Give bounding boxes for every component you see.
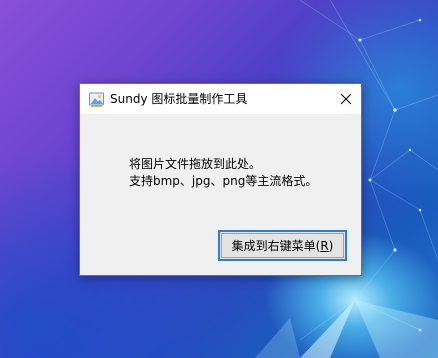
dialog-window: Sundy 图标批量制作工具 将图片文件拖放到此处。 支持bmp、jpg、png…	[79, 83, 362, 276]
close-icon	[340, 93, 352, 105]
window-title: Sundy 图标批量制作工具	[110, 92, 248, 106]
integrate-context-menu-button[interactable]: 集成到右键菜单(R)	[218, 230, 347, 261]
instruction-text: 将图片文件拖放到此处。 支持bmp、jpg、png等主流格式。	[129, 156, 317, 190]
app-icon	[89, 92, 104, 107]
dialog-titlebar[interactable]: Sundy 图标批量制作工具	[80, 84, 361, 114]
button-label-prefix: 集成到右键菜单(	[231, 239, 321, 253]
button-label-suffix: )	[328, 239, 334, 253]
button-label: 集成到右键菜单(R)	[232, 237, 334, 254]
close-button[interactable]	[331, 84, 361, 114]
instruction-line-1: 将图片文件拖放到此处。	[129, 157, 262, 171]
instruction-line-2: 支持bmp、jpg、png等主流格式。	[129, 174, 318, 188]
button-accelerator-key: R	[320, 239, 329, 253]
